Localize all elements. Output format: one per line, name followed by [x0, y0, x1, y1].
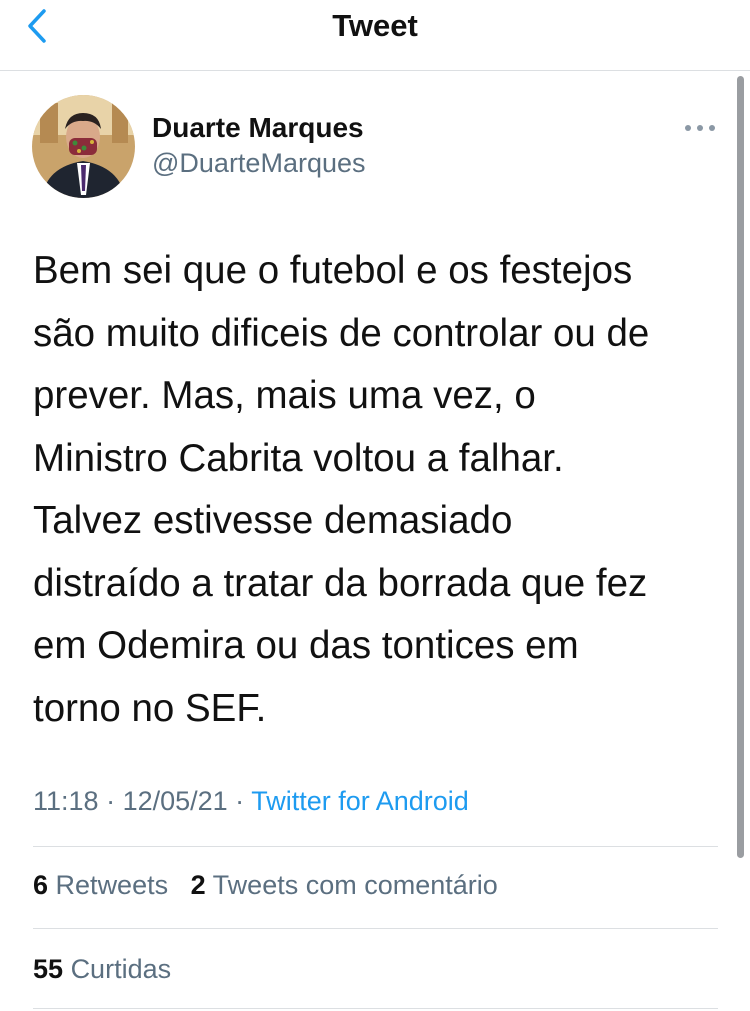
retweets-count: 6 — [33, 870, 49, 900]
quotes-label: Tweets com comentário — [212, 870, 498, 900]
tweet-text-line: torno no SEF. — [33, 686, 267, 730]
scrollbar[interactable] — [737, 76, 744, 858]
tweet-text-line: prever. Mas, mais uma vez, o — [33, 374, 536, 417]
author-handle[interactable]: @DuarteMarques — [152, 148, 366, 179]
tweet-date: 12/05/21 — [122, 786, 228, 816]
retweets-stat[interactable]: 6 Retweets — [33, 870, 168, 900]
retweet-stats-row: 6 Retweets 2 Tweets com comentário — [33, 870, 498, 901]
retweets-label: Retweets — [55, 870, 169, 900]
avatar[interactable] — [32, 95, 135, 198]
tweet-text-line: em Odemira ou das tontices em — [33, 624, 579, 667]
tweet-text-line: distraído a tratar da borrada que fez — [33, 561, 648, 605]
divider — [33, 1008, 718, 1009]
likes-stat[interactable]: 55 Curtidas — [33, 954, 171, 984]
more-options-button[interactable] — [680, 116, 720, 140]
tweet-text-line: Bem sei que o futebol e os festejos — [33, 249, 633, 292]
divider — [33, 928, 718, 929]
tweet-source-link[interactable]: Twitter for Android — [251, 786, 469, 816]
tweet-text: Bem sei que o futebol e os festejos são … — [33, 240, 723, 740]
divider — [33, 846, 718, 847]
likes-stats-row: 55 Curtidas — [33, 954, 171, 985]
tweet-text-line: são muito dificeis de controlar ou de — [33, 311, 650, 355]
author-name[interactable]: Duarte Marques — [152, 112, 364, 144]
meta-separator: · — [227, 786, 252, 816]
meta-separator: · — [98, 786, 123, 816]
quotes-stat[interactable]: 2 Tweets com comentário — [191, 870, 498, 900]
tweet-time: 11:18 — [33, 786, 99, 816]
nav-bar: Tweet — [0, 0, 750, 71]
page-title: Tweet — [332, 8, 418, 43]
tweet-text-line: Ministro Cabrita voltou a falhar. — [33, 436, 564, 480]
tweet-meta: 11:18 · 12/05/21 · Twitter for Android — [33, 786, 469, 817]
likes-count: 55 — [33, 954, 64, 984]
quotes-count: 2 — [190, 870, 206, 900]
likes-label: Curtidas — [70, 954, 172, 984]
more-dots-icon — [685, 125, 715, 131]
tweet-text-line: Talvez estivesse demasiado — [33, 499, 513, 542]
